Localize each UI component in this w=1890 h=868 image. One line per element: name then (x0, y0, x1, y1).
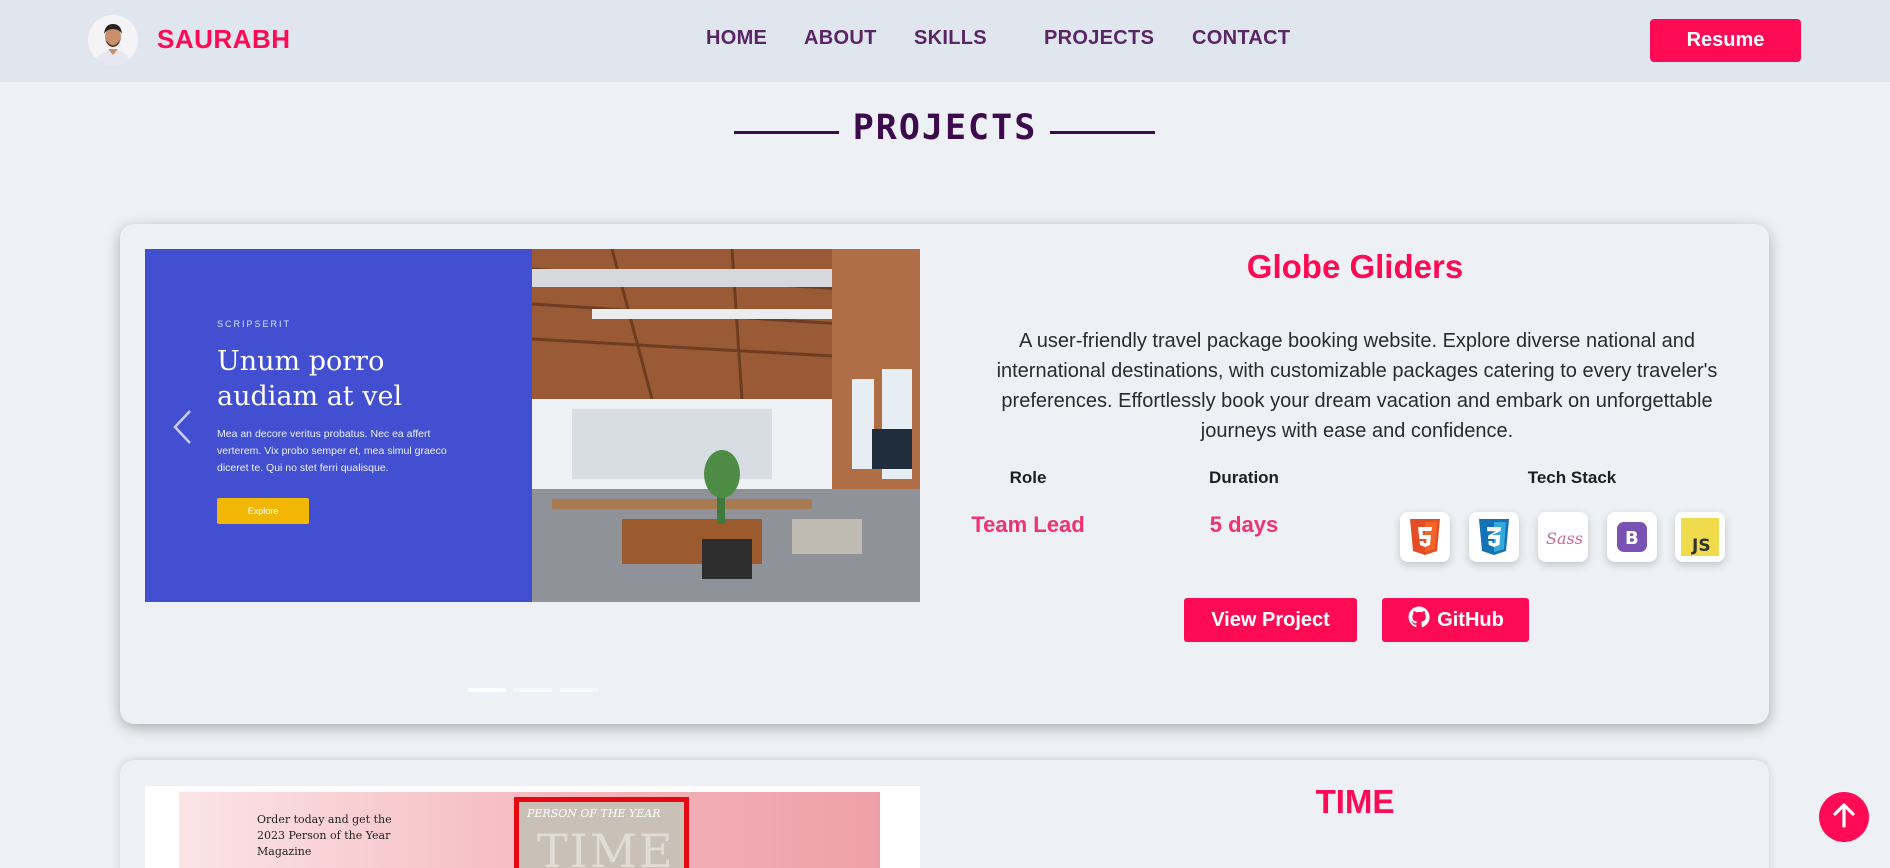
slide-kicker: SCRIPSERIT (217, 319, 292, 329)
nav-contact[interactable]: CONTACT (1192, 27, 1290, 50)
office-photo (531, 249, 920, 602)
view-project-label: View Project (1211, 608, 1330, 631)
time-promo-text: Order today and get the 2023 Person of t… (257, 813, 392, 858)
role-label: Role (1009, 468, 1047, 487)
carousel-dots (468, 688, 598, 692)
sass-icon: Sass (1538, 512, 1588, 562)
carousel-dot[interactable] (514, 688, 552, 692)
time-promo-banner: Order today and get the 2023 Person of t… (179, 792, 880, 868)
profile-avatar[interactable] (88, 15, 138, 65)
duration-value: 5 days (1209, 512, 1279, 537)
tech-stack-label: Tech Stack (1527, 468, 1617, 487)
brand-name[interactable]: SAURABH (157, 24, 291, 55)
html5-icon (1400, 512, 1450, 562)
github-label: GitHub (1437, 608, 1504, 631)
nav-skills[interactable]: SKILLS (914, 27, 987, 50)
scroll-to-top-button[interactable] (1819, 792, 1869, 842)
nav-projects[interactable]: PROJECTS (1044, 27, 1154, 50)
slide-explore-button[interactable]: Explore (217, 498, 309, 524)
project-title: Globe Gliders (1246, 248, 1464, 285)
github-icon (1407, 605, 1431, 635)
role-value: Team Lead (971, 512, 1085, 537)
carousel-prev-icon[interactable] (170, 409, 194, 445)
project-description: A user-friendly travel package booking w… (996, 330, 1718, 442)
javascript-icon: JS (1675, 512, 1725, 562)
css3-icon (1469, 512, 1519, 562)
nav-home[interactable]: HOME (706, 27, 767, 50)
project-carousel: SCRIPSERIT Unum porro audiam at vel Mea … (145, 249, 920, 602)
slide-panel: SCRIPSERIT Unum porro audiam at vel Mea … (145, 249, 532, 602)
view-project-button[interactable]: View Project (1184, 598, 1357, 642)
slide-text: Mea an decore veritus probatus. Nec ea a… (217, 428, 447, 474)
bootstrap-icon: B (1607, 512, 1657, 562)
project-carousel: Order today and get the 2023 Person of t… (145, 786, 920, 868)
svg-text:JS: JS (1691, 536, 1711, 556)
title-line-right (1050, 131, 1155, 134)
time-cover-top: PERSON OF THE YEAR (527, 807, 661, 820)
slide-heading: Unum porro audiam at vel (217, 346, 403, 412)
resume-button[interactable]: Resume (1650, 19, 1801, 62)
github-button[interactable]: GitHub (1382, 598, 1529, 642)
svg-text:Sass: Sass (1546, 529, 1583, 548)
carousel-dot[interactable] (468, 688, 506, 692)
time-magazine-cover: PERSON OF THE YEAR TIME (514, 797, 689, 868)
section-title: PROJECTS (852, 108, 1038, 148)
carousel-dot[interactable] (560, 688, 598, 692)
svg-text:B: B (1625, 528, 1639, 549)
navbar: SAURABH HOME ABOUT SKILLS PROJECTS CONTA… (0, 0, 1890, 82)
project-title: TIME (1315, 783, 1395, 820)
time-cover-logo: TIME (537, 824, 675, 868)
nav-about[interactable]: ABOUT (804, 27, 877, 50)
arrow-up-icon (1831, 802, 1857, 833)
duration-label: Duration (1209, 468, 1279, 487)
